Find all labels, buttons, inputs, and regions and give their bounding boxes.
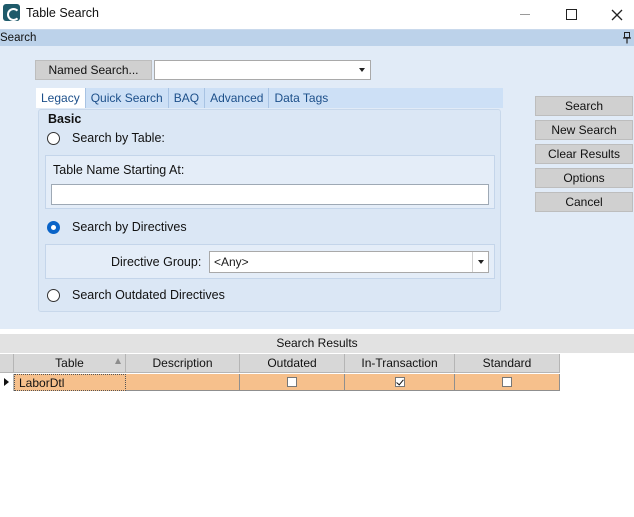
table-name-input[interactable] [51,184,489,205]
directive-group-dropdown[interactable]: <Any> [209,251,489,273]
search-by-directives-radio[interactable] [47,220,60,234]
column-header-outdated[interactable]: Outdated [240,354,345,373]
row-indicator-header [0,354,14,373]
maximize-button[interactable] [548,0,594,29]
search-button[interactable]: Search [535,96,633,116]
close-button[interactable] [594,0,634,29]
cell-outdated[interactable] [240,374,345,391]
cell-description[interactable] [126,374,240,391]
table-row[interactable]: LaborDtl [0,374,560,391]
cell-in-transaction[interactable] [345,374,455,391]
close-icon [611,9,623,20]
pin-icon[interactable] [623,32,631,44]
current-row-arrow-icon [4,378,9,386]
minimize-icon [520,14,530,15]
clear-results-button[interactable]: Clear Results [535,144,633,164]
tab-legacy[interactable]: Legacy [36,88,86,108]
search-by-table-label: Search by Table: [72,131,165,145]
chevron-down-icon [478,260,484,264]
search-panel: Named Search... Legacy Quick Search BAQ … [0,46,634,329]
cell-table[interactable]: LaborDtl [14,374,126,391]
sort-ascending-icon [115,358,121,364]
search-outdated-label: Search Outdated Directives [72,288,225,302]
search-tabs: Legacy Quick Search BAQ Advanced Data Ta… [36,88,503,108]
directive-group-value: <Any> [214,255,249,269]
section-header-label: Search [0,32,37,44]
tab-advanced[interactable]: Advanced [205,88,270,108]
options-button[interactable]: Options [535,168,633,188]
table-name-label: Table Name Starting At: [53,163,185,177]
tab-data-tags[interactable]: Data Tags [269,88,333,108]
directive-group-box: Directive Group: <Any> [45,244,495,279]
directive-group-label: Directive Group: [111,255,202,269]
app-logo-icon [3,4,20,21]
search-section-header: Search [0,29,634,46]
chevron-down-icon[interactable] [359,68,365,72]
window-title: Table Search [26,6,99,20]
tab-quick-search[interactable]: Quick Search [86,88,169,108]
maximize-icon [565,9,577,20]
column-header-table[interactable]: Table [14,354,126,373]
in-transaction-checkbox[interactable] [394,377,405,387]
basic-group-title: Basic [48,112,82,126]
search-by-table-radio[interactable] [47,131,60,145]
search-by-directives-option[interactable]: Search by Directives [47,220,187,234]
tab-baq[interactable]: BAQ [169,88,206,108]
cancel-button[interactable]: Cancel [535,192,633,212]
new-search-button[interactable]: New Search [535,120,633,140]
search-outdated-option[interactable]: Search Outdated Directives [47,288,225,302]
minimize-button[interactable] [502,0,548,29]
column-header-description[interactable]: Description [126,354,240,373]
column-header-table-label: Table [55,356,84,370]
named-search-dropdown[interactable] [154,60,371,80]
basic-group: Basic Search by Table: Table Name Starti… [38,109,501,312]
cell-standard[interactable] [455,374,560,391]
search-outdated-radio[interactable] [47,288,60,302]
title-bar: Table Search [0,0,634,29]
outdated-checkbox[interactable] [287,377,297,387]
standard-checkbox[interactable] [502,377,512,387]
search-by-table-option[interactable]: Search by Table: [47,131,165,145]
search-by-directives-label: Search by Directives [72,220,187,234]
named-search-button[interactable]: Named Search... [35,60,152,80]
search-results-header: Search Results [0,334,634,353]
table-name-box: Table Name Starting At: [45,155,495,209]
directive-group-dropdown-button[interactable] [472,252,488,272]
row-selector[interactable] [0,374,14,391]
column-header-in-transaction[interactable]: In-Transaction [345,354,455,373]
column-header-standard[interactable]: Standard [455,354,560,373]
